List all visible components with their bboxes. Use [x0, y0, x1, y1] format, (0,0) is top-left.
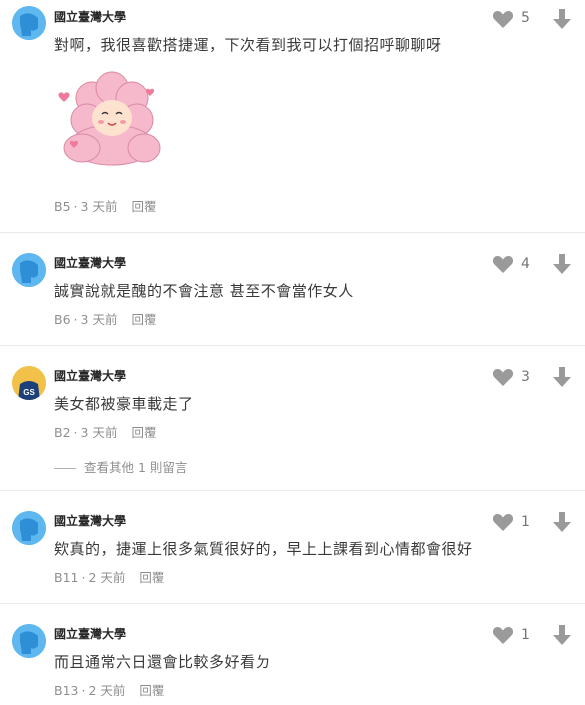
view-more-replies[interactable]: 查看其他 1 則留言: [54, 457, 187, 476]
divider: [0, 490, 585, 491]
divider: [0, 603, 585, 604]
avatar[interactable]: [12, 6, 46, 40]
heart-icon[interactable]: [492, 512, 514, 532]
comment-text: 美女都被豪車載走了: [54, 395, 194, 413]
heart-icon[interactable]: [492, 367, 514, 387]
heart-icon[interactable]: [492, 625, 514, 645]
comment-meta: B6 · 3 天前 回覆: [54, 309, 156, 328]
avatar[interactable]: [12, 624, 46, 658]
avatar[interactable]: GS: [12, 366, 46, 400]
school-name: 國立臺灣大學: [54, 369, 127, 383]
like-count: 4: [521, 256, 530, 272]
floor-number: B5: [54, 199, 71, 214]
school-name: 國立臺灣大學: [54, 10, 127, 24]
divider: [0, 345, 585, 346]
comment-text: 誠實說就是醜的不會注意 甚至不會當作女人: [54, 282, 354, 300]
like-count: 5: [521, 10, 530, 26]
arrow-down-icon[interactable]: [552, 366, 572, 388]
comment-meta: B11 · 2 天前 回覆: [54, 567, 164, 586]
comment-meta: B2 · 3 天前 回覆: [54, 422, 156, 441]
meta-dot: ·: [73, 425, 78, 440]
timestamp: 3 天前: [80, 425, 118, 440]
meta-dot: ·: [73, 312, 78, 327]
divider: [0, 232, 585, 233]
meta-dot: ·: [81, 683, 86, 698]
heart-icon[interactable]: [492, 254, 514, 274]
avatar[interactable]: [12, 511, 46, 545]
floor-number: B2: [54, 425, 71, 440]
reply-button[interactable]: 回覆: [139, 683, 164, 698]
sticker-image: [52, 70, 162, 170]
like-count: 1: [521, 514, 530, 530]
school-name: 國立臺灣大學: [54, 627, 127, 641]
arrow-down-icon[interactable]: [552, 8, 572, 30]
reply-button[interactable]: 回覆: [131, 199, 156, 214]
reply-button[interactable]: 回覆: [139, 570, 164, 585]
comment-meta: B5 · 3 天前 回覆: [54, 196, 156, 215]
meta-dot: ·: [73, 199, 78, 214]
school-name: 國立臺灣大學: [54, 256, 127, 270]
school-name: 國立臺灣大學: [54, 514, 127, 528]
reply-button[interactable]: 回覆: [131, 312, 156, 327]
view-more-label: 查看其他 1 則留言: [84, 460, 188, 475]
arrow-down-icon[interactable]: [552, 624, 572, 646]
timestamp: 3 天前: [80, 199, 118, 214]
timestamp: 3 天前: [80, 312, 118, 327]
comment-meta: B13 · 2 天前 回覆: [54, 680, 164, 699]
avatar[interactable]: [12, 253, 46, 287]
avatar-initials: GS: [23, 388, 35, 397]
comment-text: 對啊，我很喜歡搭捷運，下次看到我可以打個招呼聊聊呀: [54, 36, 442, 54]
arrow-down-icon[interactable]: [552, 253, 572, 275]
timestamp: 2 天前: [88, 683, 126, 698]
heart-icon[interactable]: [492, 9, 514, 29]
floor-number: B13: [54, 683, 79, 698]
like-count: 1: [521, 627, 530, 643]
timestamp: 2 天前: [88, 570, 126, 585]
reply-button[interactable]: 回覆: [131, 425, 156, 440]
meta-dot: ·: [81, 570, 86, 585]
comment-text: 而且通常六日還會比較多好看ㄉ: [54, 653, 272, 671]
more-line: [54, 468, 76, 469]
floor-number: B11: [54, 570, 79, 585]
comment-text: 欸真的，捷運上很多氣質很好的，早上上課看到心情都會很好: [54, 540, 473, 558]
arrow-down-icon[interactable]: [552, 511, 572, 533]
like-count: 3: [521, 369, 530, 385]
floor-number: B6: [54, 312, 71, 327]
